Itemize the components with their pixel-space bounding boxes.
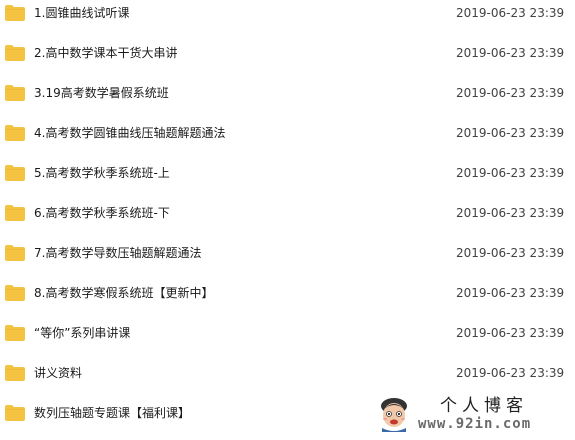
file-row[interactable]: 讲义资料 2019-06-23 23:39 [0,360,575,400]
file-name[interactable]: 数列压轴题专题课【福利课】 [34,405,190,421]
folder-icon [5,5,25,21]
file-name[interactable]: 5.高考数学秋季系统班-上 [34,165,170,181]
file-date: 2019-06-23 23:39 [456,366,565,380]
folder-icon [5,325,25,341]
file-list: 1.圆锥曲线试听课 2019-06-23 23:39 2.高中数学课本干货大串讲… [0,0,575,434]
blog-watermark: 个人博客 www.92in.com [376,396,572,432]
folder-icon [5,245,25,261]
file-row[interactable]: 7.高考数学导数压轴题解题通法 2019-06-23 23:39 [0,240,575,280]
file-name[interactable]: 讲义资料 [34,365,82,381]
file-date: 2019-06-23 23:39 [456,246,565,260]
file-date: 2019-06-23 23:39 [456,6,565,20]
file-name[interactable]: 1.圆锥曲线试听课 [34,5,129,21]
file-row[interactable]: 2.高中数学课本干货大串讲 2019-06-23 23:39 [0,40,575,80]
file-row[interactable]: “等你”系列串讲课 2019-06-23 23:39 [0,320,575,360]
cartoon-face-icon [376,396,412,432]
file-name[interactable]: 6.高考数学秋季系统班-下 [34,205,170,221]
folder-icon [5,285,25,301]
file-date: 2019-06-23 23:39 [456,166,565,180]
folder-icon [5,85,25,101]
file-date: 2019-06-23 23:39 [456,286,565,300]
watermark-url: www.92in.com [418,416,532,432]
folder-icon [5,205,25,221]
file-date: 2019-06-23 23:39 [456,86,565,100]
file-date: 2019-06-23 23:39 [456,46,565,60]
file-row[interactable]: 8.高考数学寒假系统班【更新中】 2019-06-23 23:39 [0,280,575,320]
folder-icon [5,165,25,181]
folder-icon [5,405,25,421]
file-name[interactable]: 7.高考数学导数压轴题解题通法 [34,245,201,261]
folder-icon [5,125,25,141]
file-row[interactable]: 6.高考数学秋季系统班-下 2019-06-23 23:39 [0,200,575,240]
watermark-title: 个人博客 [440,396,528,416]
file-name[interactable]: 8.高考数学寒假系统班【更新中】 [34,285,213,301]
folder-icon [5,45,25,61]
file-name[interactable]: 2.高中数学课本干货大串讲 [34,45,177,61]
file-name[interactable]: 4.高考数学圆锥曲线压轴题解题通法 [34,125,225,141]
file-date: 2019-06-23 23:39 [456,206,565,220]
file-row[interactable]: 3.19高考数学暑假系统班 2019-06-23 23:39 [0,80,575,120]
folder-icon [5,365,25,381]
file-name[interactable]: “等你”系列串讲课 [34,325,130,341]
file-row[interactable]: 4.高考数学圆锥曲线压轴题解题通法 2019-06-23 23:39 [0,120,575,160]
file-name[interactable]: 3.19高考数学暑假系统班 [34,85,169,101]
file-date: 2019-06-23 23:39 [456,326,565,340]
file-date: 2019-06-23 23:39 [456,126,565,140]
file-row[interactable]: 1.圆锥曲线试听课 2019-06-23 23:39 [0,0,575,40]
file-row[interactable]: 5.高考数学秋季系统班-上 2019-06-23 23:39 [0,160,575,200]
